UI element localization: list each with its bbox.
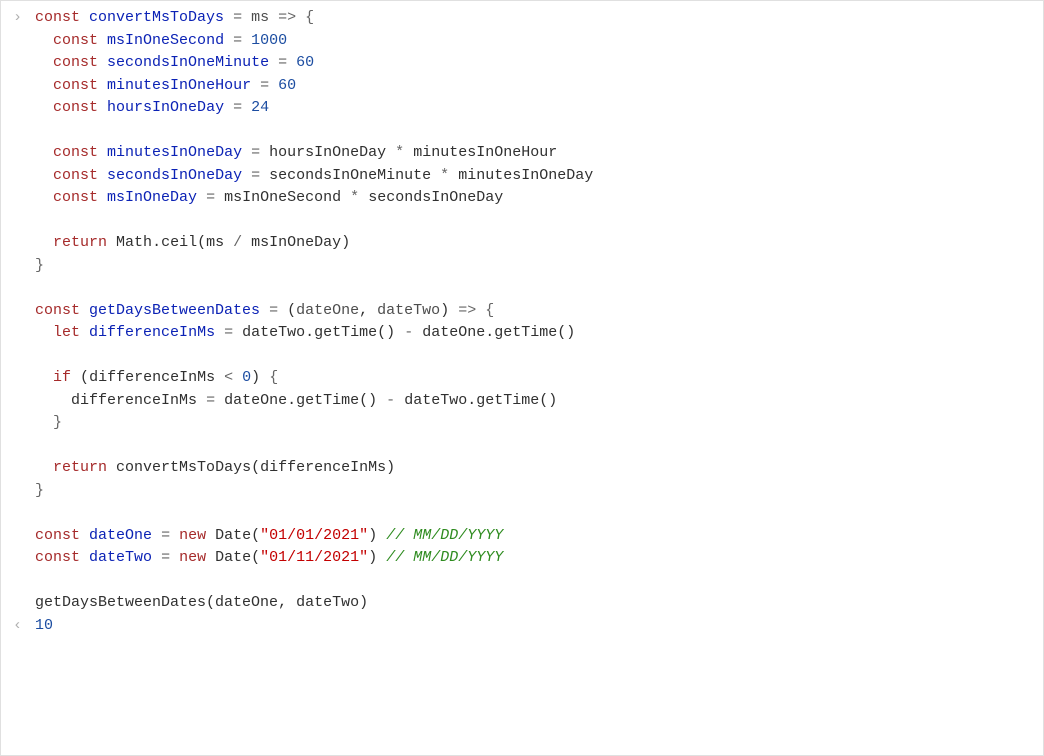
gutter-blank xyxy=(7,570,35,593)
console-output-value: 10 xyxy=(35,615,1043,638)
code-line xyxy=(1,210,1043,233)
gutter-blank xyxy=(7,120,35,143)
gutter-blank xyxy=(7,142,35,165)
code-line xyxy=(1,345,1043,368)
code-line: return convertMsToDays(differenceInMs) xyxy=(1,457,1043,480)
gutter-blank xyxy=(7,30,35,53)
output-marker: ‹ xyxy=(7,615,35,638)
code-content xyxy=(35,435,1043,458)
code-content: const minutesInOneDay = hoursInOneDay * … xyxy=(35,142,1043,165)
code-line xyxy=(1,570,1043,593)
console-output-line: ‹ 10 xyxy=(1,615,1043,638)
code-line: const msInOneSecond = 1000 xyxy=(1,30,1043,53)
code-content xyxy=(35,210,1043,233)
gutter-blank xyxy=(7,255,35,278)
code-content xyxy=(35,502,1043,525)
gutter-blank xyxy=(7,322,35,345)
gutter-blank xyxy=(7,390,35,413)
gutter-blank xyxy=(7,457,35,480)
code-line: return Math.ceil(ms / msInOneDay) xyxy=(1,232,1043,255)
gutter-blank xyxy=(7,277,35,300)
code-content: } xyxy=(35,255,1043,278)
gutter-blank xyxy=(7,232,35,255)
code-line: const minutesInOneDay = hoursInOneDay * … xyxy=(1,142,1043,165)
code-line: } xyxy=(1,480,1043,503)
gutter-blank xyxy=(7,75,35,98)
code-line: const getDaysBetweenDates = (dateOne, da… xyxy=(1,300,1043,323)
code-content: const msInOneDay = msInOneSecond * secon… xyxy=(35,187,1043,210)
code-content: const convertMsToDays = ms => { xyxy=(35,7,1043,30)
gutter-blank xyxy=(7,435,35,458)
gutter-blank xyxy=(7,480,35,503)
gutter-blank xyxy=(7,412,35,435)
code-line: if (differenceInMs < 0) { xyxy=(1,367,1043,390)
code-content: if (differenceInMs < 0) { xyxy=(35,367,1043,390)
code-content xyxy=(35,120,1043,143)
code-line: const secondsInOneDay = secondsInOneMinu… xyxy=(1,165,1043,188)
code-line: let differenceInMs = dateTwo.getTime() -… xyxy=(1,322,1043,345)
gutter-blank xyxy=(7,547,35,570)
gutter-blank xyxy=(7,97,35,120)
code-content: return convertMsToDays(differenceInMs) xyxy=(35,457,1043,480)
code-content: const msInOneSecond = 1000 xyxy=(35,30,1043,53)
code-line: } xyxy=(1,255,1043,278)
gutter-blank xyxy=(7,502,35,525)
gutter-blank xyxy=(7,165,35,188)
code-content: } xyxy=(35,412,1043,435)
code-content: const getDaysBetweenDates = (dateOne, da… xyxy=(35,300,1043,323)
code-content: getDaysBetweenDates(dateOne, dateTwo) xyxy=(35,592,1043,615)
code-line: const secondsInOneMinute = 60 xyxy=(1,52,1043,75)
code-line: } xyxy=(1,412,1043,435)
code-content xyxy=(35,570,1043,593)
code-content: const minutesInOneHour = 60 xyxy=(35,75,1043,98)
gutter-blank xyxy=(7,367,35,390)
code-content: const dateOne = new Date("01/01/2021") /… xyxy=(35,525,1043,548)
code-line: const hoursInOneDay = 24 xyxy=(1,97,1043,120)
code-content: return Math.ceil(ms / msInOneDay) xyxy=(35,232,1043,255)
gutter-blank xyxy=(7,300,35,323)
code-line: const dateOne = new Date("01/01/2021") /… xyxy=(1,525,1043,548)
code-content: const dateTwo = new Date("01/11/2021") /… xyxy=(35,547,1043,570)
code-content: const hoursInOneDay = 24 xyxy=(35,97,1043,120)
code-line: const msInOneDay = msInOneSecond * secon… xyxy=(1,187,1043,210)
code-line xyxy=(1,502,1043,525)
code-line: const dateTwo = new Date("01/11/2021") /… xyxy=(1,547,1043,570)
input-marker: › xyxy=(7,7,35,30)
gutter-blank xyxy=(7,187,35,210)
gutter-blank xyxy=(7,210,35,233)
code-content xyxy=(35,345,1043,368)
code-content xyxy=(35,277,1043,300)
code-line xyxy=(1,120,1043,143)
code-content: } xyxy=(35,480,1043,503)
code-content: let differenceInMs = dateTwo.getTime() -… xyxy=(35,322,1043,345)
code-content: const secondsInOneMinute = 60 xyxy=(35,52,1043,75)
gutter-blank xyxy=(7,52,35,75)
code-line: const minutesInOneHour = 60 xyxy=(1,75,1043,98)
gutter-blank xyxy=(7,345,35,368)
console-panel[interactable]: ›const convertMsToDays = ms => { const m… xyxy=(0,0,1044,756)
gutter-blank xyxy=(7,592,35,615)
code-content: differenceInMs = dateOne.getTime() - dat… xyxy=(35,390,1043,413)
code-line xyxy=(1,277,1043,300)
gutter-blank xyxy=(7,525,35,548)
code-line: getDaysBetweenDates(dateOne, dateTwo) xyxy=(1,592,1043,615)
code-line xyxy=(1,435,1043,458)
code-line: differenceInMs = dateOne.getTime() - dat… xyxy=(1,390,1043,413)
code-content: const secondsInOneDay = secondsInOneMinu… xyxy=(35,165,1043,188)
code-line: ›const convertMsToDays = ms => { xyxy=(1,7,1043,30)
